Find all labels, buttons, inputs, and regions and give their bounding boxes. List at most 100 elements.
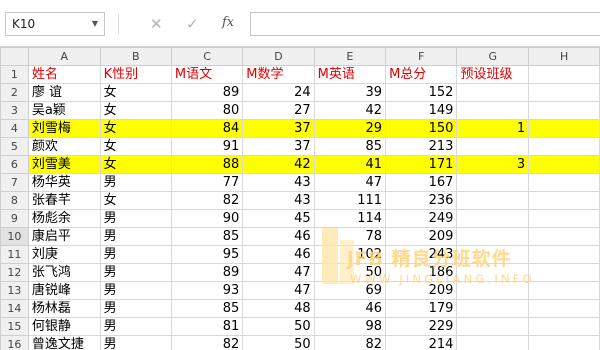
header-cell-f[interactable]: M总分 (385, 65, 458, 84)
cell-zongfen[interactable]: 243 (385, 245, 458, 264)
row-header-3[interactable]: 3 (0, 101, 29, 120)
cell-shuxue[interactable]: 48 (242, 299, 315, 318)
cell-banji[interactable] (456, 191, 530, 210)
cell-yingyu[interactable]: 29 (313, 119, 387, 138)
header-cell-a[interactable]: 姓名 (27, 65, 101, 84)
cell-yingyu[interactable]: 85 (313, 137, 387, 156)
cell-zongfen[interactable]: 167 (385, 173, 458, 192)
cell-yuwen[interactable]: 80 (170, 101, 244, 120)
cell-name[interactable]: 曾逸文捷 (27, 335, 101, 350)
cell-banji[interactable] (456, 299, 530, 318)
cell-gender[interactable]: 男 (99, 263, 172, 282)
cell-yingyu[interactable]: 111 (313, 191, 387, 210)
cell-name[interactable]: 杨彪余 (27, 209, 101, 228)
cell-name[interactable]: 何银静 (27, 317, 101, 336)
cell-gender[interactable]: 男 (99, 245, 172, 264)
cell-banji[interactable] (456, 335, 530, 350)
cell-yuwen[interactable]: 77 (170, 173, 244, 192)
cell-name[interactable]: 张春芊 (27, 191, 101, 210)
cell-shuxue[interactable]: 37 (242, 137, 315, 156)
cell-shuxue[interactable]: 46 (242, 245, 315, 264)
cell-yuwen[interactable]: 82 (170, 335, 244, 350)
row-header-4[interactable]: 4 (0, 119, 29, 138)
cell-name[interactable]: 刘雪美 (27, 155, 101, 174)
column-header-b[interactable]: B (99, 47, 172, 66)
cell-yuwen[interactable]: 89 (170, 263, 244, 282)
cell-gender[interactable]: 男 (99, 173, 172, 192)
cell-empty[interactable] (528, 191, 600, 210)
cell-yuwen[interactable]: 84 (170, 119, 244, 138)
header-cell-c[interactable]: M语文 (170, 65, 244, 84)
name-box[interactable]: K10 ▼ (5, 12, 105, 36)
row-header-1[interactable]: 1 (0, 65, 29, 84)
cell-name[interactable]: 康启平 (27, 227, 101, 246)
cell-yingyu[interactable]: 78 (313, 227, 387, 246)
cell-name[interactable]: 唐锐峰 (27, 281, 101, 300)
cell-yuwen[interactable]: 91 (170, 137, 244, 156)
cell-empty[interactable] (528, 227, 600, 246)
cell-name[interactable]: 刘雪梅 (27, 119, 101, 138)
cell-yuwen[interactable]: 89 (170, 83, 244, 102)
column-header-e[interactable]: E (313, 47, 387, 66)
row-header-6[interactable]: 6 (0, 155, 29, 174)
cell-zongfen[interactable]: 186 (385, 263, 458, 282)
cell-banji[interactable] (456, 101, 530, 120)
cell-banji[interactable] (456, 173, 530, 192)
row-header-5[interactable]: 5 (0, 137, 29, 156)
cell-banji[interactable] (456, 281, 530, 300)
cell-yingyu[interactable]: 47 (313, 173, 387, 192)
row-header-16[interactable]: 16 (0, 335, 29, 350)
header-cell-g[interactable]: 预设班级 (456, 65, 530, 84)
cell-banji[interactable]: 1 (456, 119, 530, 138)
column-header-f[interactable]: F (385, 47, 458, 66)
cell-gender[interactable]: 男 (99, 317, 172, 336)
cell-name[interactable]: 廖 谊 (27, 83, 101, 102)
cell-shuxue[interactable]: 47 (242, 281, 315, 300)
header-cell-e[interactable]: M英语 (313, 65, 387, 84)
cell-empty[interactable] (528, 155, 600, 174)
formula-input[interactable] (250, 12, 600, 36)
cell-yingyu[interactable]: 98 (313, 317, 387, 336)
cell-yuwen[interactable]: 88 (170, 155, 244, 174)
column-header-c[interactable]: C (170, 47, 244, 66)
cell-banji[interactable] (456, 263, 530, 282)
fx-icon[interactable]: fx (222, 13, 234, 33)
cell-banji[interactable] (456, 209, 530, 228)
cell-empty[interactable] (528, 119, 600, 138)
row-header-10[interactable]: 10 (0, 227, 29, 246)
cell-yingyu[interactable]: 50 (313, 263, 387, 282)
cell-name[interactable]: 刘庚 (27, 245, 101, 264)
cell-gender[interactable]: 男 (99, 335, 172, 350)
cell-empty[interactable] (528, 101, 600, 120)
cell-shuxue[interactable]: 27 (242, 101, 315, 120)
cell-empty[interactable] (528, 137, 600, 156)
cell-shuxue[interactable]: 50 (242, 335, 315, 350)
cell-gender[interactable]: 男 (99, 227, 172, 246)
chevron-down-icon[interactable]: ▼ (92, 13, 98, 35)
cell-empty[interactable] (528, 173, 600, 192)
cell-zongfen[interactable]: 171 (385, 155, 458, 174)
cell-yingyu[interactable]: 82 (313, 335, 387, 350)
cell-banji[interactable] (456, 83, 530, 102)
cell-zongfen[interactable]: 150 (385, 119, 458, 138)
cell-shuxue[interactable]: 24 (242, 83, 315, 102)
cell-gender[interactable]: 女 (99, 119, 172, 138)
cell-zongfen[interactable]: 236 (385, 191, 458, 210)
cell-empty[interactable] (528, 317, 600, 336)
cell-empty[interactable] (528, 83, 600, 102)
cell-empty[interactable] (528, 263, 600, 282)
cell-yingyu[interactable]: 41 (313, 155, 387, 174)
cell-shuxue[interactable]: 45 (242, 209, 315, 228)
cell-shuxue[interactable]: 43 (242, 191, 315, 210)
row-header-15[interactable]: 15 (0, 317, 29, 336)
cell-shuxue[interactable]: 50 (242, 317, 315, 336)
header-cell-b[interactable]: K性别 (99, 65, 172, 84)
cell-gender[interactable]: 女 (99, 101, 172, 120)
cell-shuxue[interactable]: 43 (242, 173, 315, 192)
row-header-8[interactable]: 8 (0, 191, 29, 210)
cell-yuwen[interactable]: 90 (170, 209, 244, 228)
row-header-7[interactable]: 7 (0, 173, 29, 192)
cell-banji[interactable] (456, 227, 530, 246)
cell-zongfen[interactable]: 179 (385, 299, 458, 318)
cell-gender[interactable]: 女 (99, 137, 172, 156)
